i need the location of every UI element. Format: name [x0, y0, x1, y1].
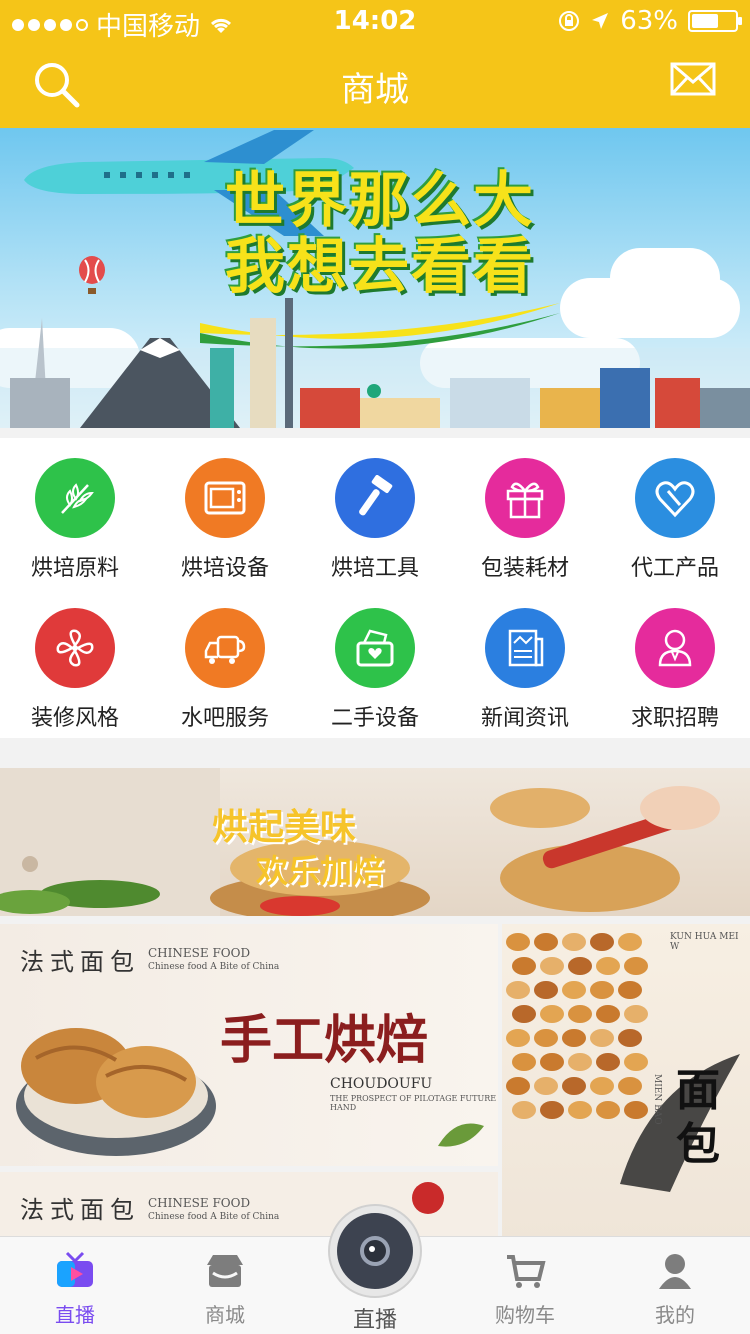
status-right: 63%: [558, 6, 742, 36]
tab-cart[interactable]: 购物车: [450, 1237, 600, 1334]
promo1-line2: 欢乐加焙: [256, 852, 385, 890]
promo-french-bread[interactable]: 法式面包 CHINESE FOOD Chinese food A Bite of…: [0, 1172, 498, 1242]
camera-button[interactable]: [328, 1204, 422, 1298]
promo-left-brand-sub: THE PROSPECT OF PILOTAGE FUTURE HAND: [330, 1094, 497, 1112]
category-label: 新闻资讯: [480, 706, 569, 731]
promo-left-headline: 手工烘焙: [220, 1010, 429, 1071]
hero-banner[interactable]: 世界那么大 我想去看看: [0, 128, 750, 428]
promo-right-big-char: 面包: [676, 1065, 720, 1170]
tab-store[interactable]: 商城: [150, 1237, 300, 1334]
status-bar: 中国移动 14:02 63%: [0, 0, 750, 42]
category-label: 代工产品: [630, 556, 719, 581]
croissant-plate-illustration: [16, 1028, 216, 1156]
promo-right-top-en: KUN HUA MEI W: [670, 932, 739, 952]
promo-left-en2: Chinese food A Bite of China: [148, 962, 280, 972]
cart-icon: [507, 1255, 546, 1288]
category-icon-circle: [35, 608, 115, 688]
category-item[interactable]: 二手设备: [300, 588, 450, 738]
profile-icon: [659, 1254, 691, 1289]
nav-bar: 商城: [0, 40, 750, 128]
top-bar: 中国移动 14:02 63% 商城: [0, 0, 750, 128]
promo-left-tag: 法式面包: [20, 948, 140, 976]
center-live-label: 直播: [352, 1308, 397, 1333]
category-icon-circle: [335, 608, 415, 688]
battery-percent: 63%: [620, 6, 678, 36]
promo-left-en1: CHINESE FOOD: [148, 946, 251, 960]
tab-cart-label: 购物车: [495, 1303, 555, 1327]
wheat-icon: [61, 483, 94, 514]
category-label: 求职招聘: [630, 706, 719, 731]
basket-icon: [356, 629, 394, 667]
tab-store-label: 商城: [205, 1303, 245, 1327]
leaf-icon: [438, 1123, 484, 1147]
category-item[interactable]: 代工产品: [600, 438, 750, 588]
category-icon-circle: [35, 458, 115, 538]
person-icon: [658, 629, 692, 667]
rotation-lock-icon: [559, 11, 580, 31]
truck-icon: [204, 635, 246, 664]
category-item[interactable]: 烘培设备: [150, 438, 300, 588]
category-icon-circle: [185, 608, 265, 688]
promo-bread-poster[interactable]: KUN HUA MEI W 面包 MIEN BAO: [502, 924, 750, 1242]
strawberry-illustration: [412, 1182, 444, 1214]
category-label: 二手设备: [330, 706, 419, 731]
category-icon-circle: [485, 608, 565, 688]
category-item[interactable]: 水吧服务: [150, 588, 300, 738]
category-item[interactable]: 新闻资讯: [450, 588, 600, 738]
gift-icon: [506, 482, 544, 519]
promo-banner-bakery[interactable]: 烘起美味 欢乐加焙: [0, 768, 750, 916]
category-icon-circle: [635, 458, 715, 538]
category-item[interactable]: 烘培原料: [0, 438, 150, 588]
camera-icon: [337, 1213, 413, 1289]
category-item[interactable]: 包装耗材: [450, 438, 600, 588]
tab-profile-label: 我的: [655, 1303, 695, 1327]
category-label: 装修风格: [30, 706, 119, 731]
category-label: 烘培原料: [30, 556, 119, 581]
category-icon-circle: [335, 458, 415, 538]
category-label: 烘培工具: [330, 556, 419, 581]
fan-icon: [56, 629, 94, 667]
tab-live-label: 直播: [55, 1303, 95, 1327]
category-label: 烘培设备: [180, 556, 269, 581]
tool-icon: [359, 475, 393, 516]
category-label: 包装耗材: [480, 556, 569, 581]
location-icon: [592, 13, 609, 29]
promo1-line1: 烘起美味: [212, 807, 357, 848]
city-skyline-illustration: [0, 298, 750, 428]
battery-icon: [688, 10, 742, 32]
heart-icon: [655, 481, 695, 518]
promo-left2-tag: 法式面包: [20, 1196, 140, 1224]
banner-page-indicator[interactable]: [367, 384, 381, 398]
category-label: 水吧服务: [180, 706, 269, 731]
category-icon-circle: [635, 608, 715, 688]
category-item[interactable]: 烘培工具: [300, 438, 450, 588]
promo-handmade-bakery[interactable]: 法式面包 CHINESE FOOD Chinese food A Bite of…: [0, 924, 498, 1166]
vegetables-illustration: [0, 768, 220, 916]
promo-right-sub-en: MIEN BAO: [652, 1074, 662, 1125]
tab-profile[interactable]: 我的: [600, 1237, 750, 1334]
news-icon: [508, 629, 544, 667]
category-item[interactable]: 求职招聘: [600, 588, 750, 738]
mail-icon[interactable]: [670, 62, 716, 96]
oven-icon: [204, 481, 246, 515]
promo-left-brand: CHOUDOUFU: [330, 1076, 433, 1092]
store-icon: [207, 1255, 243, 1287]
promo-left2-en2: Chinese food A Bite of China: [148, 1212, 280, 1222]
category-grid: 烘培原料 烘培设备 烘培工具 包装耗材 代工产品装修风格 水吧服务 二手设备 新闻资讯 求职招聘: [0, 438, 750, 738]
tv-icon: [57, 1251, 93, 1287]
category-item[interactable]: 装修风格: [0, 588, 150, 738]
category-icon-circle: [185, 458, 265, 538]
tab-live[interactable]: 直播: [0, 1237, 150, 1334]
banner-slogan-line1: 世界那么大: [225, 166, 535, 236]
promo-left2-en1: CHINESE FOOD: [148, 1196, 251, 1210]
category-icon-circle: [485, 458, 565, 538]
page-title: 商城: [341, 70, 409, 110]
